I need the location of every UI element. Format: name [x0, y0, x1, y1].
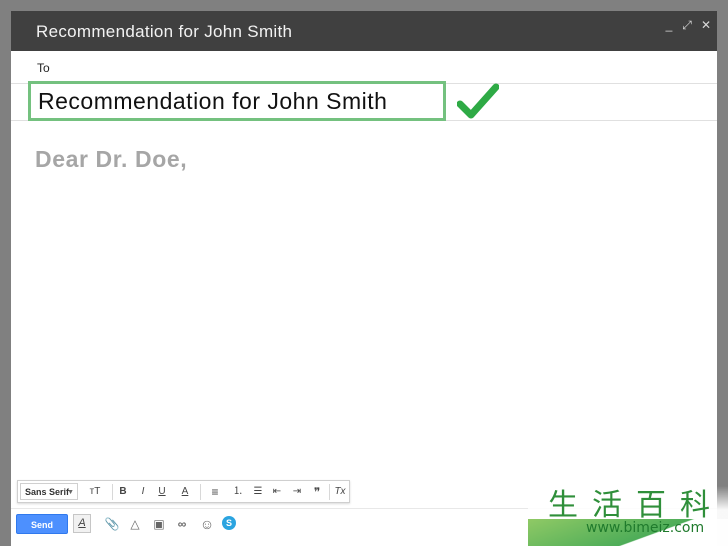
font-family-value: Sans Serif [25, 487, 70, 497]
quote-icon[interactable]: ❞ [309, 484, 325, 500]
subject-row: Recommendation for John Smith [11, 81, 717, 121]
text-color-icon[interactable]: A [174, 484, 196, 500]
to-field[interactable]: To [11, 51, 717, 84]
expand-icon[interactable]: ⤢ [679, 17, 695, 33]
align-icon[interactable]: ≡ [204, 484, 226, 500]
bold-icon[interactable]: B [116, 484, 130, 500]
checkmark-icon [457, 83, 499, 119]
indent-less-icon[interactable]: ⇤ [269, 484, 285, 500]
toolbar-divider [112, 484, 113, 500]
link-icon[interactable]: ∞ [174, 516, 190, 532]
to-label: To [37, 61, 50, 75]
compose-title: Recommendation for John Smith [36, 22, 293, 41]
subject-input[interactable]: Recommendation for John Smith [28, 81, 446, 121]
skype-icon[interactable]: S [222, 516, 236, 530]
compose-titlebar: Recommendation for John Smith _ ⤢ ✕ [11, 11, 717, 51]
message-body[interactable]: Dear Dr. Doe, [35, 146, 187, 173]
chevron-down-icon: ▼ [67, 489, 74, 496]
font-family-select[interactable]: Sans Serif ▼ [20, 483, 78, 500]
subject-text: Recommendation for John Smith [38, 88, 388, 114]
remove-formatting-icon[interactable]: Tx [332, 484, 348, 500]
toolbar-divider [329, 484, 330, 500]
photo-icon[interactable]: ▣ [151, 516, 167, 532]
minimize-icon[interactable]: _ [661, 17, 677, 33]
underline-icon[interactable]: U [155, 484, 169, 500]
close-icon[interactable]: ✕ [698, 17, 714, 33]
numbered-list-icon[interactable]: ⒈ [230, 484, 246, 500]
indent-more-icon[interactable]: ⇥ [289, 484, 305, 500]
compose-window: Recommendation for John Smith _ ⤢ ✕ To R… [11, 11, 717, 546]
drive-icon[interactable]: △ [127, 516, 143, 532]
formatting-toolbar: Sans Serif ▼ тT B I U A ≡ ⒈ ☰ ⇤ ⇥ ❞ Tx [17, 480, 350, 503]
toolbar-divider [200, 484, 201, 500]
italic-icon[interactable]: I [136, 484, 150, 500]
attach-icon[interactable]: 📎 [104, 516, 120, 532]
send-button[interactable]: Send [16, 514, 68, 534]
font-size-icon[interactable]: тT [84, 484, 106, 500]
watermark-text: 生活百科 [548, 488, 724, 523]
emoji-icon[interactable]: ☺ [199, 516, 215, 532]
watermark-url: www.bimeiz.com [586, 520, 705, 536]
formatting-options-button[interactable]: A [73, 514, 91, 533]
bulleted-list-icon[interactable]: ☰ [250, 484, 266, 500]
